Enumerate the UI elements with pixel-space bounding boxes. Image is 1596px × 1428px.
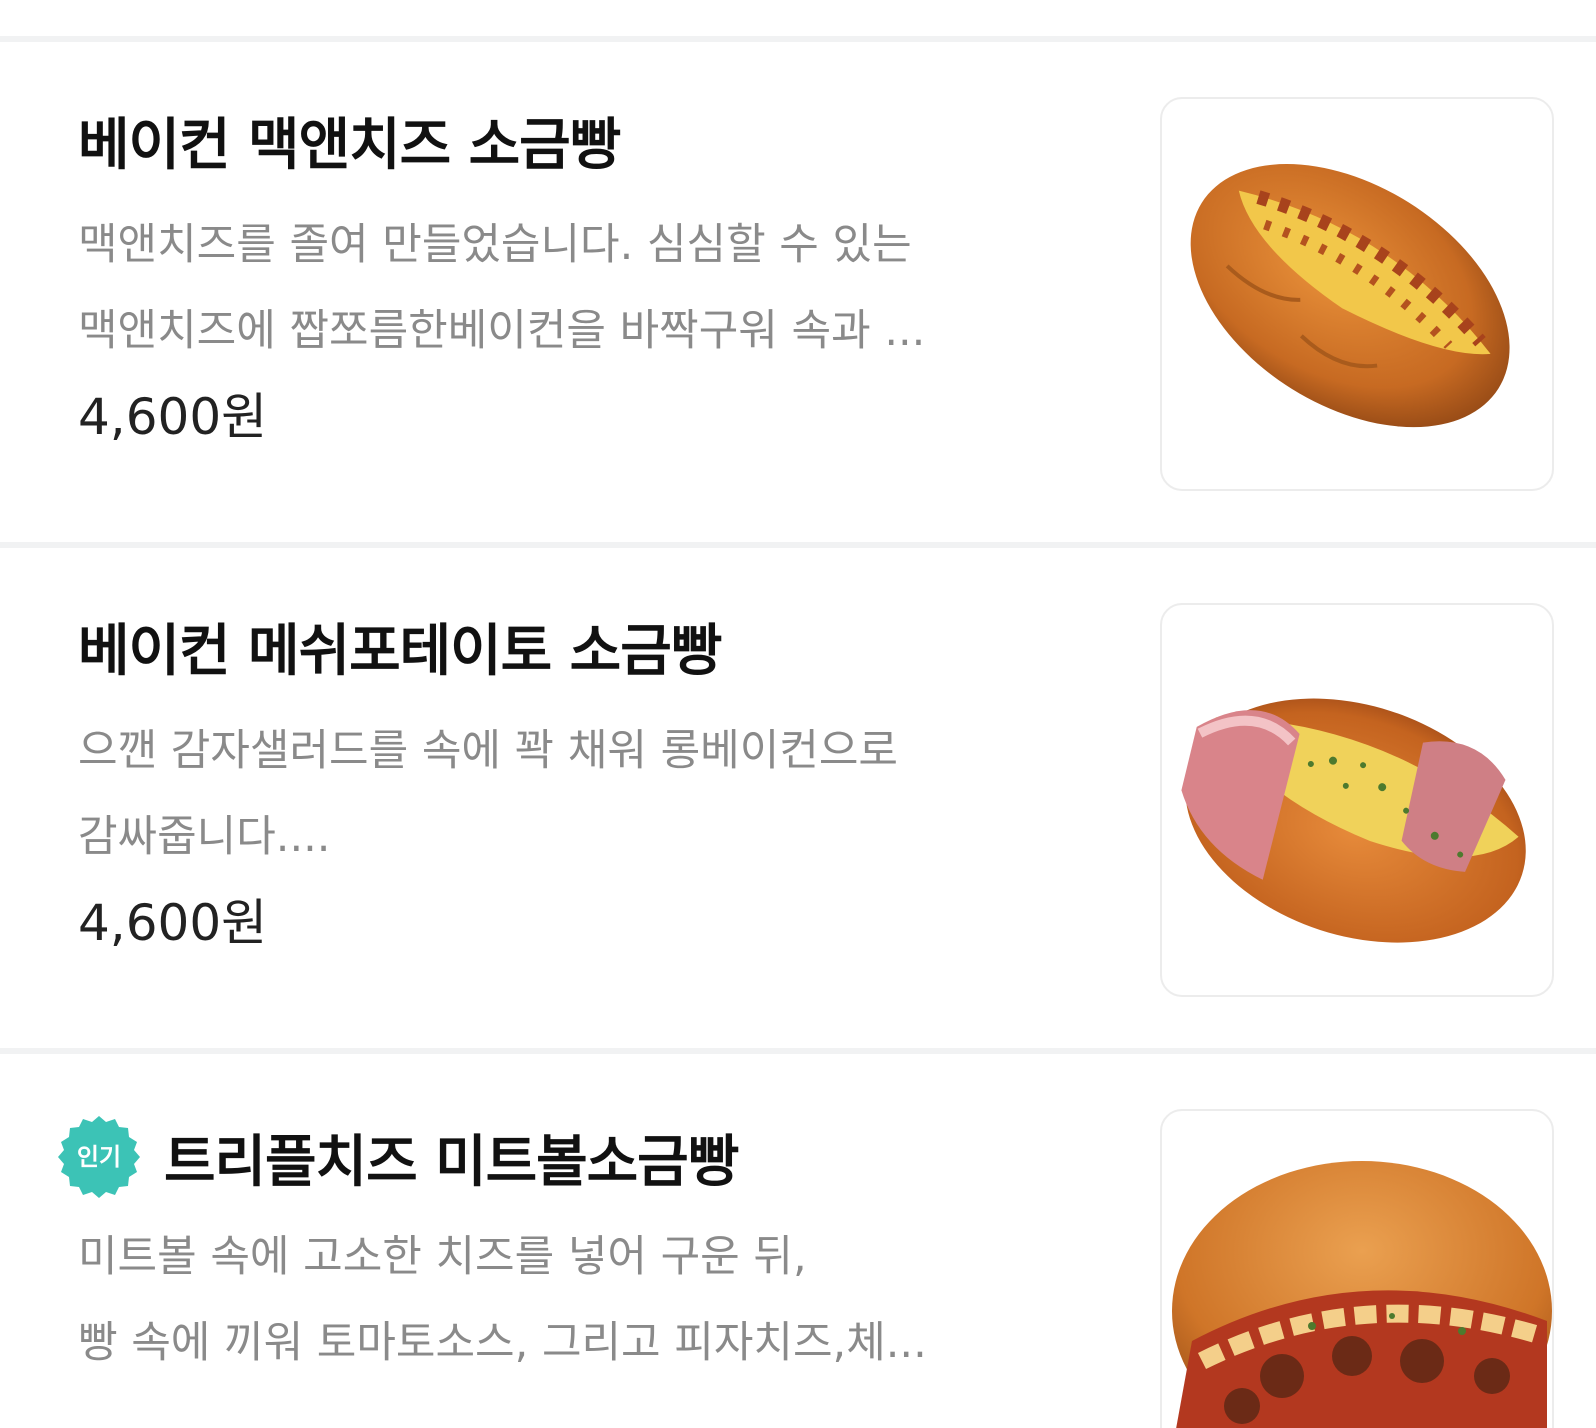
menu-item-description: 으깬 감자샐러드를 속에 꽉 채워 롱베이컨으로 감싸줍니다.... [78,708,1118,880]
menu-item[interactable]: 인기 트리플치즈 미트볼소금빵 미트볼 속에 고소한 치즈를 넣어 구운 뒤, … [0,1054,1596,1428]
description-line: 감싸줍니다.... [78,812,331,862]
description-line: 빵 속에 끼워 토마토소스, 그리고 피자치즈,체... [78,1318,927,1368]
menu-item-price: 4,600원 [78,894,268,952]
menu-item[interactable]: 베이컨 메쉬포테이토 소금빵 으깬 감자샐러드를 속에 꽉 채워 롱베이컨으로 … [0,548,1596,1048]
badge-label: 인기 [76,1143,122,1171]
menu-item-title: 트리플치즈 미트볼소금빵 [164,1129,739,1195]
menu-item-title-row: 베이컨 맥앤치즈 소금빵 [78,100,621,181]
description-line: 맥앤치즈에 짭쪼름한베이컨을 바짝구워 속과 ... [78,306,926,356]
menu-item-description: 미트볼 속에 고소한 치즈를 넣어 구운 뒤, 빵 속에 끼워 토마토소스, 그… [78,1214,1118,1386]
menu-item-description: 맥앤치즈를 졸여 만들었습니다. 심심할 수 있는 맥앤치즈에 짭쪼름한베이컨을… [78,202,1118,374]
menu-item-image[interactable] [1160,603,1554,997]
bread-image-icon [1181,698,1526,943]
popular-badge: 인기 [54,1112,144,1202]
menu-item-title: 베이컨 메쉬포테이토 소금빵 [78,619,722,684]
description-line: 맥앤치즈를 졸여 만들었습니다. 심심할 수 있는 [78,220,912,270]
description-line: 미트볼 속에 고소한 치즈를 넣어 구운 뒤, [78,1232,807,1282]
top-strip [0,0,1596,36]
menu-item-title: 베이컨 맥앤치즈 소금빵 [78,113,621,178]
menu-item[interactable]: 베이컨 맥앤치즈 소금빵 맥앤치즈를 졸여 만들었습니다. 심심할 수 있는 맥… [0,42,1596,542]
menu-item-price: 4,600원 [78,388,268,446]
menu-item-image[interactable] [1160,97,1554,491]
menu-item-title-row: 베이컨 메쉬포테이토 소금빵 [78,606,722,687]
menu-item-title-row: 인기 트리플치즈 미트볼소금빵 [58,1112,739,1202]
menu-item-image[interactable] [1160,1109,1554,1428]
description-line: 으깬 감자샐러드를 속에 꽉 채워 롱베이컨으로 [78,726,898,776]
bread-image-icon [1190,164,1510,428]
bread-image-icon [1172,1161,1552,1428]
